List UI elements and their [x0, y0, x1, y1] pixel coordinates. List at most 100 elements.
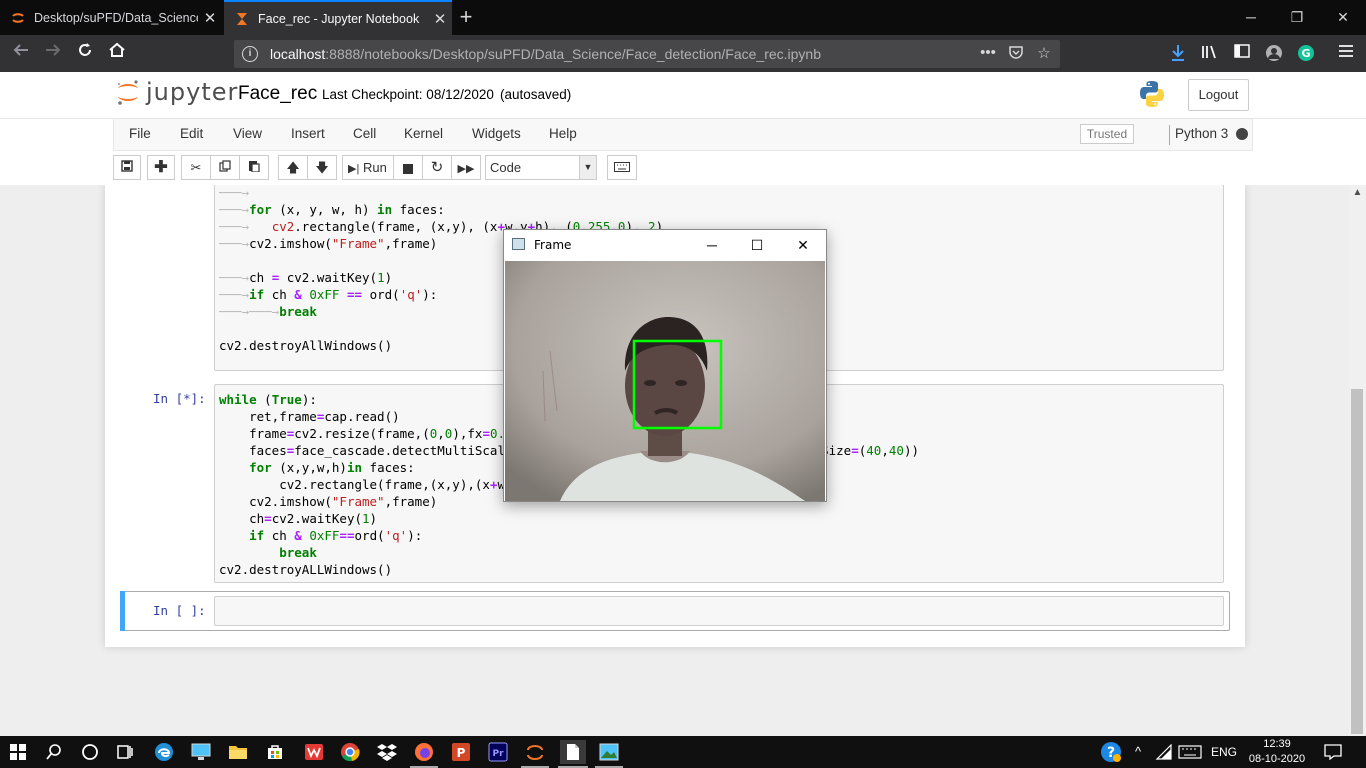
jupyter-app-icon[interactable] — [523, 740, 547, 764]
minimize-window-button[interactable]: ─ — [1228, 0, 1274, 35]
scrollbar-thumb[interactable] — [1351, 389, 1363, 734]
run-button[interactable]: ▶| Run — [342, 155, 394, 180]
edge-browser-icon[interactable] — [152, 740, 176, 764]
hourglass-icon — [234, 11, 250, 27]
notebook-name[interactable]: Face_rec — [238, 83, 317, 105]
maximize-window-button[interactable]: ☐ — [742, 234, 772, 256]
browser-tab-files[interactable]: Desktop/suPFD/Data_Science/F ✕ — [0, 0, 222, 35]
close-window-button[interactable]: ✕ — [1320, 0, 1366, 35]
logout-button[interactable]: Logout — [1188, 79, 1249, 111]
close-tab-icon[interactable]: ✕ — [428, 10, 452, 28]
chrome-icon[interactable] — [338, 740, 362, 764]
firefox-icon[interactable] — [412, 740, 436, 764]
file-explorer-icon[interactable] — [226, 740, 250, 764]
menu-icon[interactable] — [1335, 44, 1357, 64]
opencv-window-icon[interactable] — [597, 740, 621, 764]
menu-widgets[interactable]: Widgets — [472, 126, 521, 141]
frame-window-titlebar[interactable]: Frame ─ ☐ ✕ — [504, 230, 826, 260]
arrow-down-icon: 🡇 — [315, 160, 329, 175]
scroll-up-arrow-icon[interactable]: ▲ — [1349, 187, 1366, 201]
back-button[interactable] — [8, 41, 34, 67]
menu-view[interactable]: View — [233, 126, 262, 141]
interrupt-button[interactable] — [393, 155, 423, 180]
store-icon[interactable] — [263, 740, 287, 764]
wifi-icon[interactable] — [1152, 740, 1176, 764]
browser-tab-notebook[interactable]: Face_rec - Jupyter Notebook ✕ — [224, 0, 452, 35]
clock-date[interactable]: 08-10-2020 — [1246, 753, 1308, 765]
jupyter-logo-icon — [118, 80, 138, 105]
command-palette-button[interactable] — [607, 155, 637, 180]
task-view-icon[interactable] — [113, 740, 137, 764]
cortana-icon[interactable] — [78, 740, 102, 764]
notepad-icon[interactable] — [560, 740, 586, 764]
forward-button[interactable] — [40, 41, 66, 67]
page-scrollbar[interactable]: ▲ — [1349, 185, 1366, 736]
this-pc-icon[interactable] — [189, 740, 213, 764]
jupyter-wordmark: jupyter — [146, 78, 239, 106]
move-up-button[interactable]: 🡅 — [278, 155, 308, 180]
page-actions-icon[interactable]: ••• — [978, 44, 998, 64]
clock-time[interactable]: 12:39 — [1246, 738, 1308, 750]
cell-type-select[interactable]: Code ▼ — [485, 155, 597, 180]
restart-kernel-button[interactable]: ↻ — [422, 155, 452, 180]
cut-button[interactable]: ✂ — [181, 155, 211, 180]
restart-run-all-button[interactable]: ▶▶ — [451, 155, 481, 180]
kernel-divider — [1169, 125, 1170, 145]
scissors-icon: ✂ — [190, 160, 202, 175]
search-icon[interactable] — [42, 740, 66, 764]
language-indicator[interactable]: ENG — [1206, 745, 1242, 759]
menu-insert[interactable]: Insert — [291, 126, 325, 141]
downloads-icon[interactable] — [1167, 44, 1189, 64]
insert-cell-button[interactable]: ✚ — [147, 155, 175, 180]
cell-selection-bar — [120, 591, 125, 631]
frame-window[interactable]: Frame ─ ☐ ✕ — [503, 229, 827, 502]
chevron-up-icon[interactable]: ^ — [1128, 744, 1148, 759]
trusted-badge[interactable]: Trusted — [1080, 124, 1134, 144]
sidebar-icon[interactable] — [1231, 44, 1253, 64]
step-forward-icon: ▶| — [348, 163, 360, 175]
library-icon[interactable] — [1199, 44, 1221, 64]
help-icon[interactable]: ? — [1099, 740, 1123, 764]
dropbox-icon[interactable] — [375, 740, 399, 764]
start-windows-icon[interactable] — [6, 740, 30, 764]
save-button[interactable] — [113, 155, 141, 180]
site-info-icon[interactable]: i — [242, 46, 258, 62]
minimize-window-button[interactable]: ─ — [697, 234, 727, 256]
notifications-icon[interactable] — [1321, 740, 1345, 764]
close-window-button[interactable]: ✕ — [788, 234, 818, 256]
cell-prompt: In [ ]: — [153, 603, 206, 618]
stop-icon — [403, 163, 413, 174]
move-down-button[interactable]: 🡇 — [307, 155, 337, 180]
webcam-frame-image — [505, 261, 825, 501]
home-button[interactable] — [104, 41, 130, 67]
tab-title: Desktop/suPFD/Data_Science/F — [34, 10, 198, 25]
close-tab-icon[interactable]: ✕ — [198, 9, 222, 27]
account-icon[interactable] — [1263, 44, 1285, 64]
restore-window-button[interactable]: ❐ — [1274, 0, 1320, 35]
save-icon — [121, 160, 133, 172]
menu-cell[interactable]: Cell — [353, 126, 376, 141]
premiere-pro-icon[interactable]: Pr — [486, 740, 510, 764]
reload-button[interactable] — [72, 41, 98, 67]
empty-code-cell-input[interactable] — [214, 596, 1224, 626]
tab-title: Face_rec - Jupyter Notebook — [258, 11, 420, 26]
jupyter-logo[interactable]: jupyter — [116, 78, 238, 106]
address-bar[interactable]: i localhost:8888/notebooks/Desktop/suPFD… — [234, 40, 1060, 68]
powerpoint-icon[interactable]: P — [449, 740, 473, 764]
bookmark-star-icon[interactable]: ☆ — [1034, 44, 1054, 64]
fast-forward-icon: ▶▶ — [457, 163, 475, 175]
reload-icon — [79, 43, 91, 56]
menu-edit[interactable]: Edit — [180, 126, 203, 141]
menu-file[interactable]: File — [129, 126, 151, 141]
frame-window-title: Frame — [534, 238, 572, 252]
pocket-icon[interactable] — [1006, 44, 1026, 64]
keyboard-icon[interactable] — [1178, 740, 1202, 764]
copy-button[interactable] — [210, 155, 240, 180]
new-tab-button[interactable]: + — [452, 0, 480, 35]
wps-office-icon[interactable] — [302, 740, 326, 764]
paste-button[interactable] — [239, 155, 269, 180]
grammarly-icon[interactable]: G — [1295, 44, 1317, 64]
menu-kernel[interactable]: Kernel — [404, 126, 443, 141]
kernel-name[interactable]: Python 3 — [1175, 126, 1228, 141]
menu-help[interactable]: Help — [549, 126, 577, 141]
